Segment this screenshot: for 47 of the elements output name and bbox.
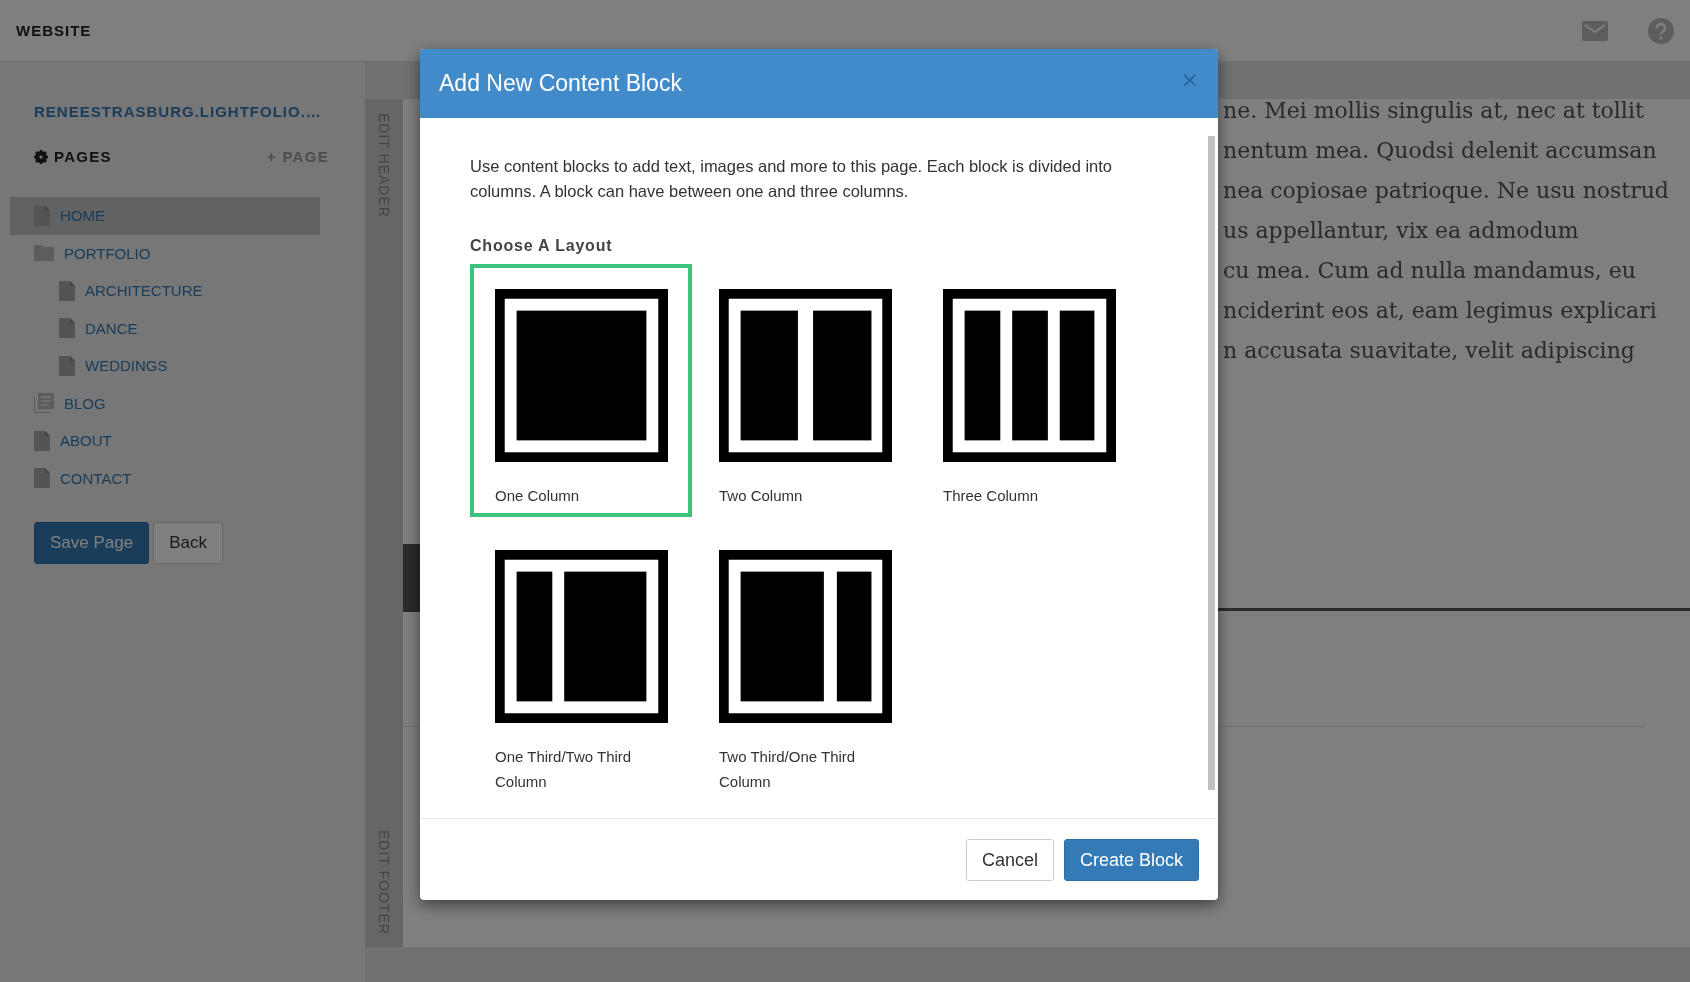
page-nav-item[interactable]: DANCE — [10, 309, 320, 347]
body-text-line: n accusata suavitate, velit adipiscing — [1223, 337, 1636, 365]
page-nav-item[interactable]: ABOUT — [10, 422, 320, 460]
document-icon — [34, 430, 50, 451]
dialog-title: Add New Content Block — [439, 70, 683, 97]
layout-option[interactable]: Three Column — [918, 264, 1140, 517]
list-icon — [34, 393, 54, 414]
save-page-button[interactable]: Save Page — [34, 522, 150, 564]
layout-option[interactable]: One Third/Two Third Column — [470, 525, 692, 798]
description-text: Use content blocks to add text, images and more to this page. Each block is divided into columns. A block can have between one and three columns. — [470, 156, 1114, 202]
layout-icon — [719, 550, 892, 723]
layout-icon — [943, 289, 1116, 462]
body-text-line: us appellantur, vix ea admodum — [1223, 217, 1580, 245]
gear-icon — [34, 149, 48, 164]
body-text-line: ne. Mei mollis singulis at, nec at tollit — [1223, 97, 1645, 125]
close-button[interactable]: × — [1180, 58, 1199, 101]
document-icon — [34, 468, 50, 489]
layout-option[interactable]: One Column — [470, 264, 692, 517]
app-title: WEBSITE — [16, 22, 92, 39]
page-nav-item[interactable]: CONTACT — [10, 459, 320, 497]
mail-icon[interactable] — [1582, 20, 1608, 41]
layout-option[interactable]: Two Column — [694, 264, 916, 517]
section-heading: PAGES — [54, 148, 112, 165]
create-block-button[interactable]: Create Block — [1063, 839, 1199, 881]
page-nav-item[interactable]: HOME — [10, 197, 320, 235]
page-nav-item[interactable]: ARCHITECTURE — [10, 272, 320, 310]
document-icon — [59, 280, 75, 301]
document-icon — [34, 205, 50, 226]
back-button[interactable]: Back — [153, 522, 223, 564]
page-nav-item[interactable]: PORTFOLIO — [10, 234, 320, 272]
document-icon — [59, 318, 75, 339]
body-text-line: nentum mea. Quodsi delenit accumsan — [1223, 137, 1658, 165]
help-icon[interactable] — [1648, 17, 1674, 44]
section-label: Choose A Layout — [470, 237, 614, 255]
body-text-line: nciderint eos at, eam legimus explicari — [1223, 297, 1658, 325]
layout-icon — [495, 289, 668, 462]
page-nav-item[interactable]: BLOG — [10, 384, 320, 422]
site-name-link[interactable]: RENEESTRASBURG.LIGHTFOLIO.… — [34, 99, 365, 122]
layout-option[interactable]: Two Third/One Third Column — [694, 525, 916, 798]
cancel-button[interactable]: Cancel — [965, 839, 1054, 881]
layout-icon — [495, 550, 668, 723]
body-text-line: cu mea. Cum ad nulla mandamus, eu — [1223, 257, 1637, 285]
folder-icon — [34, 243, 54, 264]
body-text-line: nea copiosae patrioque. Ne usu nostrud — [1223, 177, 1670, 205]
layout-icon — [719, 289, 892, 462]
page-nav-item[interactable]: WEDDINGS — [10, 347, 320, 385]
document-icon — [59, 355, 75, 376]
